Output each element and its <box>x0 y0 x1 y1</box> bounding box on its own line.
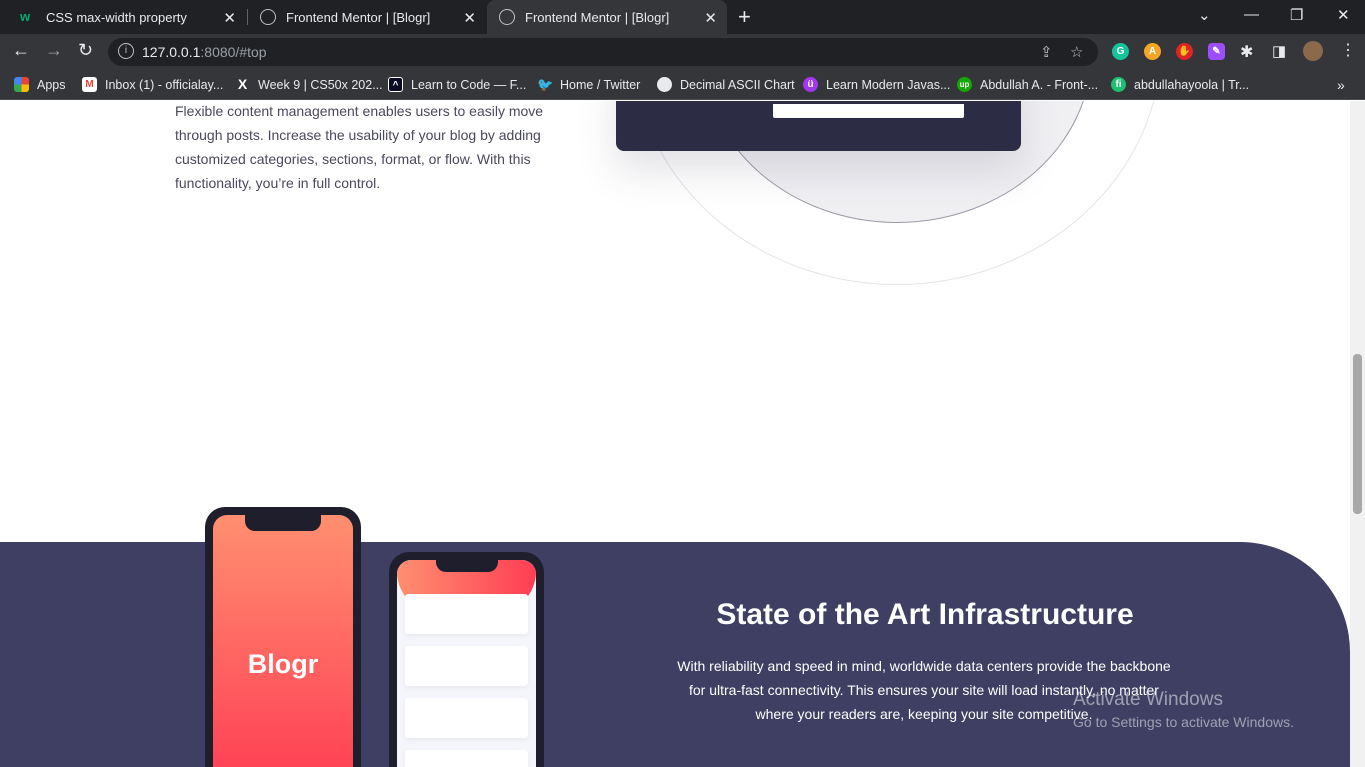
tab-frontend-mentor-1[interactable]: Frontend Mentor | [Blogr] ✕ <box>248 0 486 34</box>
address-bar[interactable]: i 127.0.0.1:8080/#top ⇪ ☆ <box>108 38 1098 66</box>
bookmark-label: Abdullah A. - Front-... <box>980 77 1099 92</box>
phone-card <box>405 646 528 686</box>
new-tab-icon[interactable]: + <box>738 4 751 30</box>
close-tab-icon[interactable]: ✕ <box>463 9 476 27</box>
bookmark-freecodecamp[interactable]: ^ Learn to Code — F... <box>388 77 526 92</box>
minimize-icon[interactable]: — <box>1244 6 1259 23</box>
scrollbar[interactable] <box>1350 101 1365 767</box>
gmail-icon: M <box>82 77 97 92</box>
globe-icon <box>657 77 672 92</box>
infrastructure-title: State of the Art Infrastructure <box>716 598 1134 631</box>
phone-logo: Blogr <box>247 649 319 679</box>
phone-screen: Blogr <box>213 515 353 767</box>
bookmark-label: Learn Modern Javas... <box>826 77 951 92</box>
close-tab-icon[interactable]: ✕ <box>704 9 717 27</box>
extension-purple-icon[interactable]: ✎ <box>1208 43 1225 60</box>
reload-icon[interactable]: ↻ <box>78 40 93 61</box>
bookmarks-bar: Apps M Inbox (1) - officialay... X Week … <box>0 70 1365 100</box>
twitter-icon: 🐦 <box>537 77 554 92</box>
windows-watermark-subtitle: Go to Settings to activate Windows. <box>1073 714 1294 730</box>
bookmark-ascii[interactable]: Decimal ASCII Chart <box>657 77 795 92</box>
bookmark-upwork[interactable]: up Abdullah A. - Front-... <box>957 77 1098 92</box>
share-icon[interactable]: ⇪ <box>1040 43 1053 61</box>
browser-toolbar: ← → ↻ i 127.0.0.1:8080/#top ⇪ ☆ G A ✋ ✎ … <box>0 34 1365 70</box>
phone-illustration-small <box>389 552 544 767</box>
laptop-illustration <box>616 101 1021 151</box>
bookmark-star-icon[interactable]: ☆ <box>1070 43 1083 61</box>
bookmark-label: Learn to Code — F... <box>411 77 527 92</box>
w3schools-icon: w <box>20 9 31 24</box>
grammarly-icon[interactable]: G <box>1112 43 1129 60</box>
bookmark-label: Week 9 | CS50x 202... <box>258 77 383 92</box>
bookmark-fiverr[interactable]: fi abdullahayoola | Tr... <box>1111 77 1249 92</box>
close-tab-icon[interactable]: ✕ <box>223 9 236 27</box>
phone-card <box>405 698 528 738</box>
globe-icon <box>260 9 276 25</box>
scrollbar-thumb[interactable] <box>1353 354 1362 514</box>
page-viewport: Flexible content management enables user… <box>0 101 1350 767</box>
close-window-icon[interactable]: ✕ <box>1337 6 1350 24</box>
tab-css-max-width[interactable]: w CSS max-width property ✕ <box>8 0 246 34</box>
laptop-content-bar <box>773 104 964 118</box>
back-icon[interactable]: ← <box>12 40 30 61</box>
bookmark-label: Inbox (1) - officialay... <box>105 77 224 92</box>
phone-screen <box>397 560 536 767</box>
freecodecamp-icon: ^ <box>388 77 403 92</box>
bookmark-cs50[interactable]: X Week 9 | CS50x 202... <box>235 77 383 92</box>
side-panel-icon[interactable]: ◨ <box>1272 42 1286 60</box>
tab-title: Frontend Mentor | [Blogr] <box>525 9 670 25</box>
udemy-icon: ü <box>803 77 818 92</box>
url-host: 127.0.0.1 <box>142 44 201 60</box>
bookmark-label: Decimal ASCII Chart <box>680 77 795 92</box>
forward-icon[interactable]: → <box>45 40 63 61</box>
apps-grid-icon <box>14 77 29 92</box>
fiverr-icon: fi <box>1111 77 1126 92</box>
tab-title: CSS max-width property <box>46 9 187 25</box>
menu-kebab-icon[interactable]: ⋮ <box>1340 40 1356 60</box>
site-info-icon[interactable]: i <box>118 43 134 59</box>
infrastructure-section: State of the Art Infrastructure With rel… <box>0 542 1350 767</box>
bookmark-apps[interactable]: Apps <box>14 77 66 92</box>
extensions-puzzle-icon[interactable]: ✱ <box>1240 42 1253 62</box>
windows-watermark-title: Activate Windows <box>1073 689 1223 710</box>
bookmark-twitter[interactable]: 🐦 Home / Twitter <box>537 77 640 92</box>
phone-notch <box>435 560 498 572</box>
phone-illustration-large: Blogr <box>205 507 361 767</box>
url-text[interactable]: 127.0.0.1:8080/#top <box>142 44 267 60</box>
tab-strip: w CSS max-width property ✕ Frontend Ment… <box>0 0 1365 34</box>
tab-title: Frontend Mentor | [Blogr] <box>286 9 431 25</box>
bookmark-label: Home / Twitter <box>560 77 641 92</box>
bookmark-label: Apps <box>37 77 66 92</box>
more-bookmarks-icon[interactable]: » <box>1337 77 1345 93</box>
bookmark-label: abdullahayoola | Tr... <box>1134 77 1250 92</box>
x-icon: X <box>237 76 248 92</box>
phone-card <box>405 594 528 634</box>
bookmark-udemy[interactable]: ü Learn Modern Javas... <box>803 77 950 92</box>
bookmark-inbox[interactable]: M Inbox (1) - officialay... <box>82 77 223 92</box>
tab-frontend-mentor-2[interactable]: Frontend Mentor | [Blogr] ✕ <box>487 0 727 34</box>
profile-avatar[interactable] <box>1303 41 1323 61</box>
url-path: :8080/#top <box>200 44 267 60</box>
extension-orange-icon[interactable]: A <box>1144 43 1161 60</box>
restore-icon[interactable]: ❐ <box>1290 6 1303 24</box>
tab-search-icon[interactable]: ⌄ <box>1198 6 1211 24</box>
extension-red-hand-icon[interactable]: ✋ <box>1176 43 1193 60</box>
phone-card <box>405 750 528 767</box>
feature-description: Flexible content management enables user… <box>175 103 544 191</box>
upwork-icon: up <box>957 77 972 92</box>
globe-icon <box>499 9 515 25</box>
phone-notch <box>245 515 321 531</box>
